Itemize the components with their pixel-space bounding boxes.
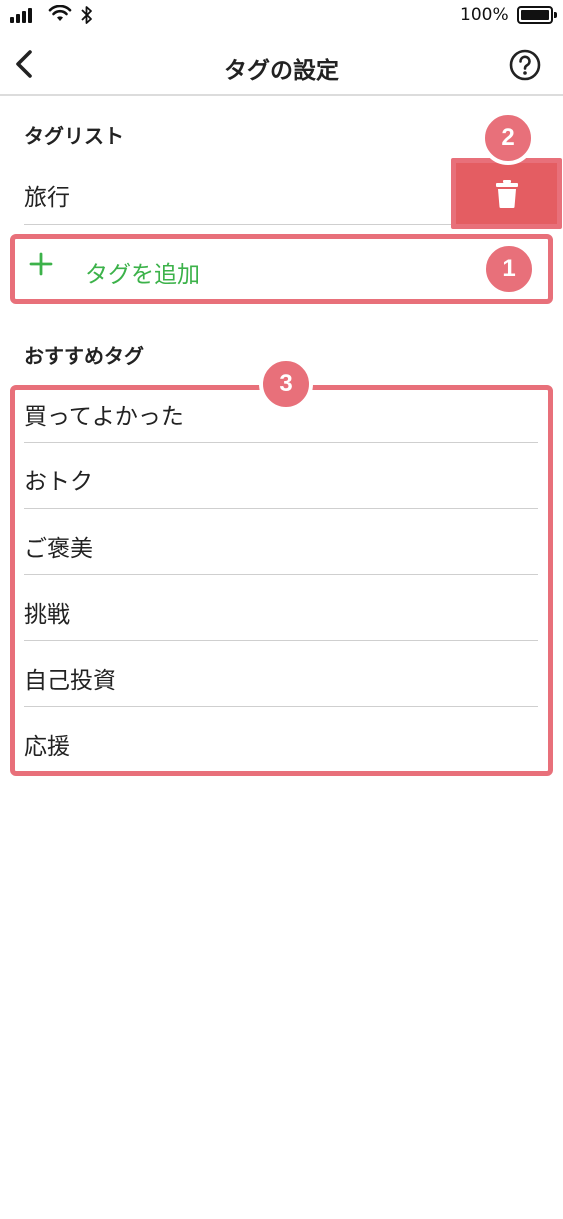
battery-icon — [517, 6, 557, 24]
page-title: タグの設定 — [224, 58, 339, 84]
navigation-bar: タグの設定 — [0, 30, 563, 96]
callout-badge-3: 3 — [259, 357, 313, 411]
highlight-delete-box — [451, 158, 562, 229]
status-bar: 100% — [0, 0, 563, 30]
wifi-icon — [48, 5, 72, 21]
highlight-recommended-box — [10, 385, 553, 776]
help-circle-icon[interactable] — [508, 48, 542, 82]
row-divider — [24, 224, 454, 225]
highlight-add-tag-box — [10, 234, 553, 304]
cellular-signal-icon — [10, 8, 32, 23]
bluetooth-icon — [81, 6, 92, 24]
battery-percent: 100% — [460, 5, 509, 25]
callout-badge-2: 2 — [481, 111, 535, 165]
recommended-tags-header: おすすめタグ — [24, 344, 144, 368]
callout-badge-1: 1 — [482, 242, 536, 296]
tag-list-header: タグリスト — [24, 124, 124, 148]
